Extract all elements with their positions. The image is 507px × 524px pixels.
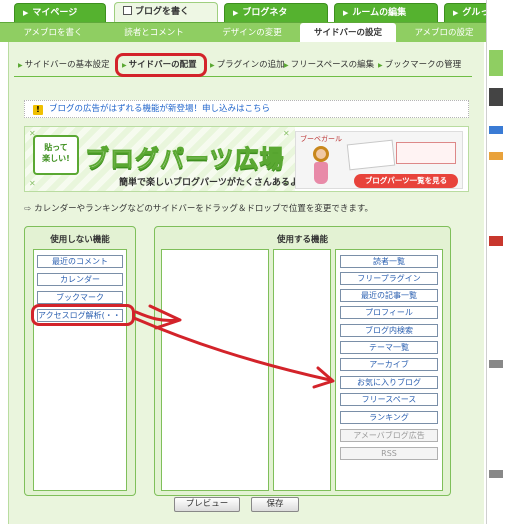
arrow-right-icon: ⇨ — [24, 204, 32, 214]
used-item-free-space[interactable]: フリースペース — [340, 393, 438, 406]
used-item-rss: RSS — [340, 447, 438, 460]
triangle-right-icon: ▶ — [233, 9, 239, 17]
banner-photo: ブーベガール ブログパーツ一覧を見る — [295, 131, 463, 189]
sparkle-icon: ✕ — [29, 179, 36, 188]
unused-item-calendar[interactable]: カレンダー — [37, 273, 123, 286]
ticket-icon — [396, 142, 456, 164]
used-item-readers[interactable]: 読者一覧 — [340, 255, 438, 268]
banner-bubble: 貼って 楽しい! — [33, 135, 79, 175]
used-column-middle[interactable] — [273, 249, 331, 491]
used-features-title: 使用する機能 — [276, 235, 328, 245]
settings-tabs: ▶ サイドバーの基本設定 ▶ サイドバーの配置 ▶ プラグインの追加 ▶ フリースペース… — [14, 56, 474, 76]
used-item-free-plugin[interactable]: フリープラグイン — [340, 272, 438, 285]
triangle-right-icon: ▶ — [343, 9, 349, 17]
drag-drop-instruction: ⇨ カレンダーやランキングなどのサイドバーをドラッグ＆ドロップで位置を変更できます… — [24, 204, 374, 214]
subnav-readers-comments[interactable]: 読者とコメント — [104, 23, 204, 43]
used-item-ameba-ad: アメーバブログ広告 — [340, 429, 438, 442]
settings-tab-add-plugin[interactable]: ▶ プラグインの追加 — [210, 56, 285, 74]
used-item-blog-search[interactable]: ブログ内検索 — [340, 324, 438, 337]
side-tab-fragment — [489, 50, 503, 76]
photo-frame-icon — [346, 139, 396, 171]
subnav-design[interactable]: デザインの変更 — [204, 23, 300, 43]
warning-icon: ! — [33, 105, 43, 115]
avatar — [489, 88, 503, 106]
triangle-right-icon: ▶ — [453, 9, 459, 17]
triangle-right-icon: ▶ — [210, 62, 215, 69]
used-item-ranking[interactable]: ランキング — [340, 411, 438, 424]
save-button[interactable]: 保存 — [251, 497, 299, 512]
banner-title: ブログパーツ広場 — [85, 145, 285, 174]
banner-subtitle: 簡単で楽しいブログパーツがたくさんあるよ！ — [119, 178, 308, 188]
used-item-recent-articles[interactable]: 最近の記事一覧 — [340, 289, 438, 302]
blog-parts-banner[interactable]: ✕ ✕ ✕ ✕ 貼って 楽しい! ブログパーツ広場 簡単で楽しいブログパーツがた… — [24, 126, 469, 192]
settings-tab-basic[interactable]: ▶ サイドバーの基本設定 — [18, 56, 110, 74]
triangle-right-icon: ▶ — [23, 9, 29, 17]
annotation-highlight-access-log — [31, 304, 135, 326]
settings-tabs-divider — [14, 76, 472, 77]
used-item-profile[interactable]: プロフィール — [340, 306, 438, 319]
top-tab-bar: ▶ マイページ ブログを書く ▶ ブログネタ ▶ ルームの編集 ▶ グルっぽ — [0, 0, 507, 23]
right-edge-strip — [486, 0, 507, 524]
annotation-highlight-layout-tab — [115, 53, 207, 77]
triangle-right-icon: ▶ — [284, 62, 289, 69]
used-column-left[interactable] — [161, 249, 269, 491]
settings-tab-bookmark[interactable]: ▶ ブックマークの管理 — [378, 56, 461, 74]
used-item-theme-list[interactable]: テーマ一覧 — [340, 341, 438, 354]
banner-girl-label: ブーベガール — [300, 135, 342, 143]
unused-item-recent-comments[interactable]: 最近のコメント — [37, 255, 123, 268]
tab-room-edit[interactable]: ▶ ルームの編集 — [334, 3, 438, 22]
sparkle-icon: ✕ — [283, 129, 290, 138]
used-item-favorite-blogs[interactable]: お気に入りブログ — [340, 376, 438, 389]
unused-features-title: 使用しない機能 — [50, 235, 110, 245]
ad-removal-notice[interactable]: ! ブログの広告がはずれる機能が新登場！申し込みはこちら — [24, 100, 469, 118]
pencil-icon — [123, 6, 132, 15]
tab-blog-neta[interactable]: ▶ ブログネタ — [224, 3, 328, 22]
subnav-sidebar-settings[interactable]: サイドバーの設定 — [300, 23, 396, 43]
subnav-ameblo-settings[interactable]: アメブロの設定 — [398, 23, 490, 43]
grid-icon — [489, 470, 503, 478]
triangle-right-icon: ▶ — [378, 62, 383, 69]
unused-item-bookmark[interactable]: ブックマーク — [37, 291, 123, 304]
preview-button[interactable]: プレビュー — [174, 497, 240, 512]
girl-illustration — [310, 146, 332, 184]
banner-cta-button[interactable]: ブログパーツ一覧を見る — [354, 174, 458, 188]
tab-write-blog[interactable]: ブログを書く — [114, 2, 218, 23]
face-icon — [489, 152, 503, 160]
settings-tab-freespace[interactable]: ▶ フリースペースの編集 — [284, 56, 374, 74]
triangle-right-icon: ▶ — [18, 62, 23, 69]
subnav-write-ameblo[interactable]: アメブロを書く — [8, 23, 98, 43]
used-item-archive[interactable]: アーカイブ — [340, 358, 438, 371]
sub-navigation: アメブロを書く 読者とコメント デザインの変更 サイドバーの設定 アメブロの設定 — [0, 22, 492, 43]
chart-icon — [489, 126, 503, 134]
grid-icon — [489, 360, 503, 368]
tab-mypage[interactable]: ▶ マイページ — [14, 3, 106, 22]
new-badge-icon — [489, 236, 503, 246]
